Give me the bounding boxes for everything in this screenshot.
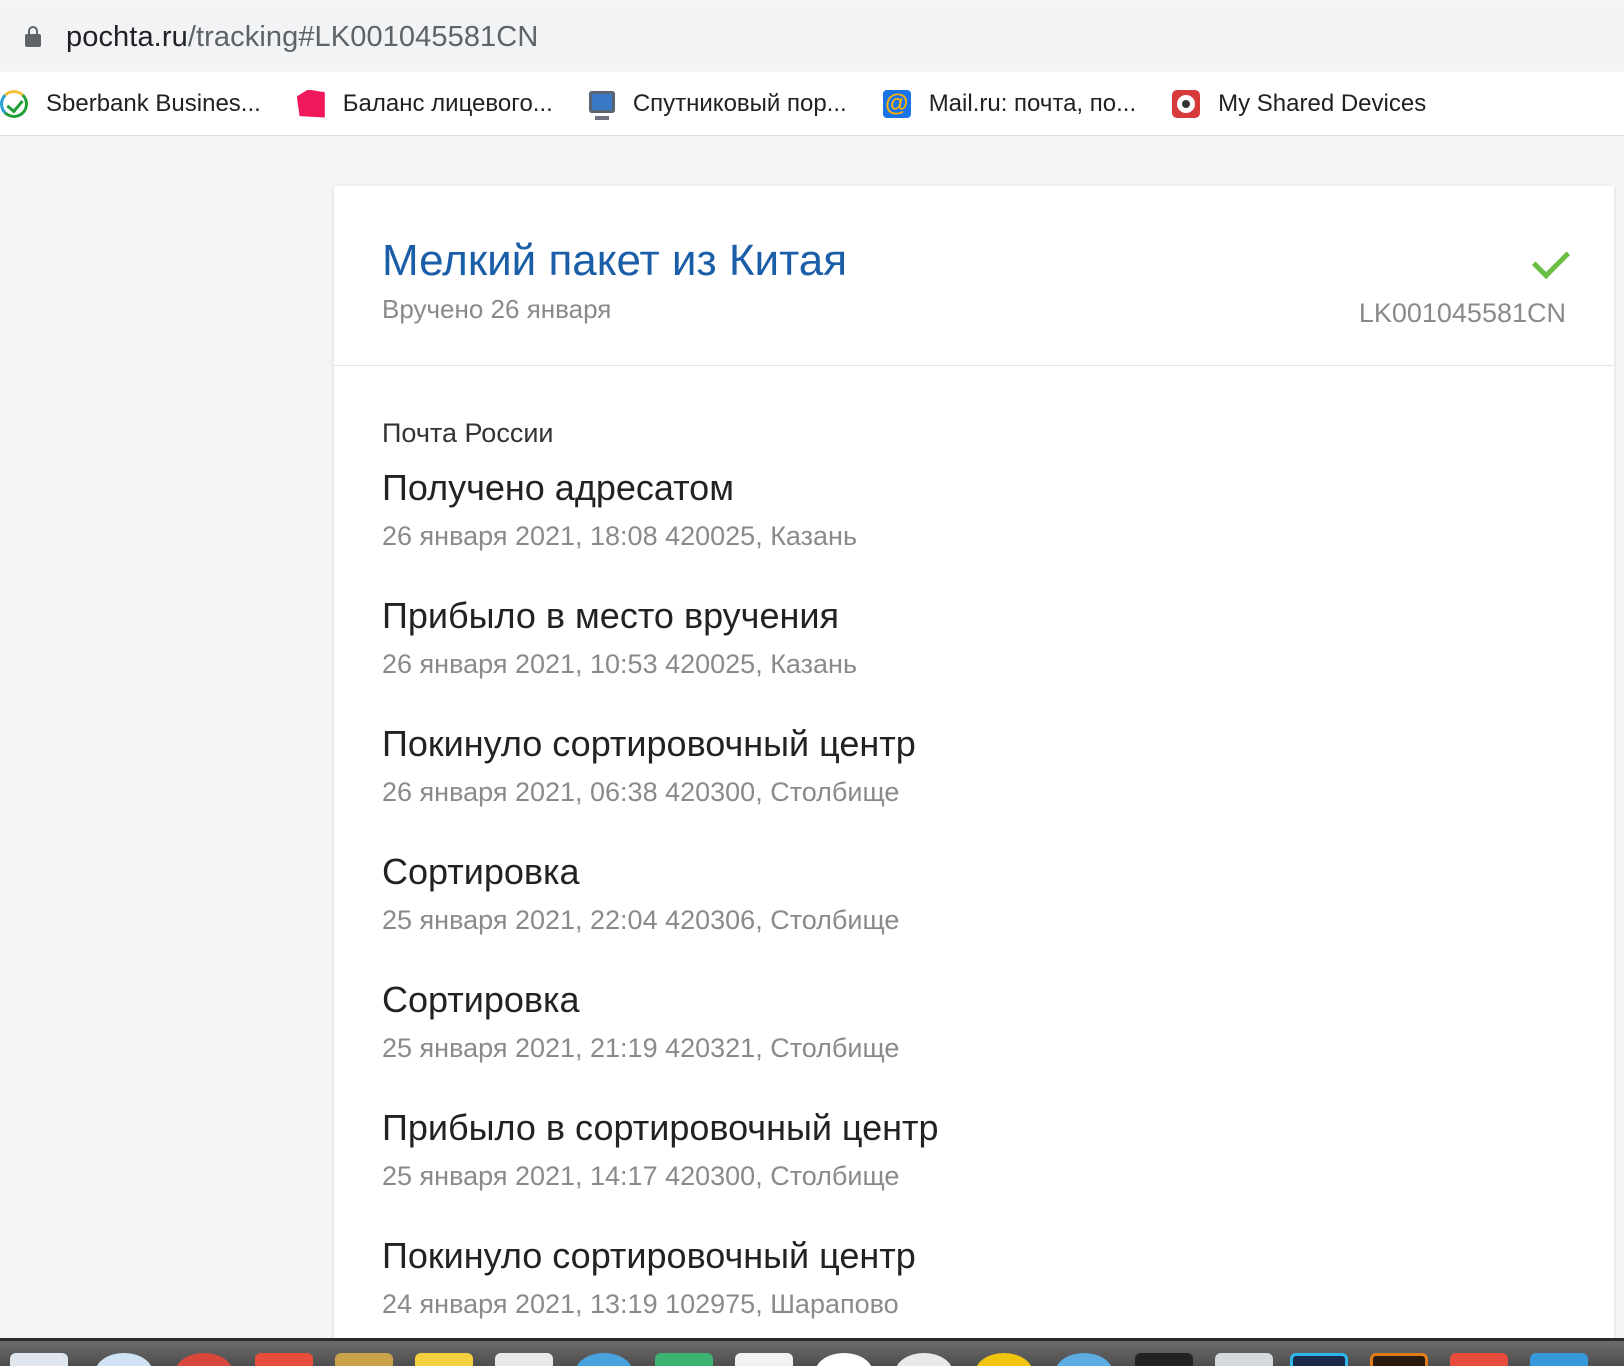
tracking-card: Мелкий пакет из Китая Вручено 26 января … [334,186,1614,1346]
url-path: /tracking#LK001045581CN [187,20,539,53]
sberbank-icon [0,89,28,118]
dock-app-icon[interactable] [1055,1353,1113,1366]
event-status: Покинуло сортировочный центр [382,723,916,764]
event-item: Сортировка 25 января 2021, 21:19 420321,… [382,978,1482,1106]
dock-app-icon[interactable] [175,1353,233,1366]
lock-icon[interactable] [25,26,41,48]
bookmark-label: Mail.ru: почта, по... [928,89,1137,117]
event-meta: 24 января 2021, 13:19 102975, Шарапово [382,1289,899,1319]
dock-app-icon[interactable] [655,1353,713,1366]
bookmark-shared-devices[interactable]: My Shared Devices [1172,89,1427,118]
event-item: Прибыло в место вручения 26 января 2021,… [382,594,1482,722]
delivery-status: Вручено 26 января [382,294,612,324]
check-icon [1531,240,1571,280]
dock-app-icon[interactable] [335,1353,393,1366]
parcel-title: Мелкий пакет из Китая [382,236,848,285]
dock-app-icon[interactable] [1290,1353,1348,1366]
pink-shape-icon [296,89,325,118]
dock-app-icon[interactable] [1450,1353,1508,1366]
event-meta: 26 января 2021, 18:08 420025, Казань [382,521,858,551]
mail-at-icon: @ [882,89,911,118]
dock-app-icon[interactable] [815,1353,873,1366]
event-status: Прибыло в место вручения [382,595,839,636]
event-meta: 26 января 2021, 10:53 420025, Казань [382,649,858,679]
event-status: Сортировка [382,979,580,1020]
dock-app-icon[interactable] [1530,1353,1588,1366]
event-status: Получено адресатом [382,467,734,508]
dock-app-icon[interactable] [495,1353,553,1366]
bookmark-label: Баланс лицевого... [342,89,553,117]
tracking-number[interactable]: LK001045581CN [1359,298,1566,329]
carrier-name: Почта России [382,418,554,448]
bookmark-sberbank[interactable]: Sberbank Busines... [0,89,261,118]
event-item: Покинуло сортировочный центр 26 января 2… [382,722,1482,850]
devices-icon [1172,89,1201,118]
event-meta: 25 января 2021, 22:04 420306, Столбище [382,905,900,935]
event-meta: 26 января 2021, 06:38 420300, Столбище [382,777,900,807]
bookmark-satellite[interactable]: Спутниковый пор... [588,89,847,120]
bookmark-label: Sberbank Busines... [46,89,261,117]
dock-app-icon[interactable] [1215,1353,1273,1366]
dock-app-icon[interactable] [415,1353,473,1366]
bookmark-mailru[interactable]: @ Mail.ru: почта, по... [882,89,1137,118]
dock-app-icon[interactable] [975,1353,1033,1366]
address-bar[interactable]: pochta.ru/tracking#LK001045581CN [0,8,1624,66]
dock-app-icon[interactable] [10,1353,68,1366]
event-item: Сортировка 25 января 2021, 22:04 420306,… [382,850,1482,978]
dock-app-icon[interactable] [95,1353,153,1366]
bookmark-label: Спутниковый пор... [632,89,847,117]
event-status: Прибыло в сортировочный центр [382,1107,939,1148]
bookmark-label: My Shared Devices [1218,89,1427,117]
monitor-icon [588,90,615,120]
event-item: Получено адресатом 26 января 2021, 18:08… [382,466,1482,594]
dock-app-icon[interactable] [1135,1353,1193,1366]
card-header: Мелкий пакет из Китая Вручено 26 января … [334,186,1614,366]
dock-app-icon[interactable] [735,1353,793,1366]
event-status: Сортировка [382,851,580,892]
event-status: Покинуло сортировочный центр [382,1235,916,1276]
dock [0,1338,1624,1366]
dock-app-icon[interactable] [895,1353,953,1366]
event-list: Получено адресатом 26 января 2021, 18:08… [382,466,1482,1362]
dock-app-icon[interactable] [255,1353,313,1366]
event-meta: 25 января 2021, 21:19 420321, Столбище [382,1033,900,1063]
bookmark-balance[interactable]: Баланс лицевого... [296,89,553,118]
event-meta: 25 января 2021, 14:17 420300, Столбище [382,1161,900,1191]
event-item: Прибыло в сортировочный центр 25 января … [382,1106,1482,1234]
dock-app-icon[interactable] [575,1353,633,1366]
dock-app-icon[interactable] [1370,1353,1428,1366]
url-domain: pochta.ru [66,20,188,53]
url-text[interactable]: pochta.ru/tracking#LK001045581CN [66,21,538,54]
bookmarks-bar: Sberbank Busines... Баланс лицевого... С… [0,72,1624,136]
